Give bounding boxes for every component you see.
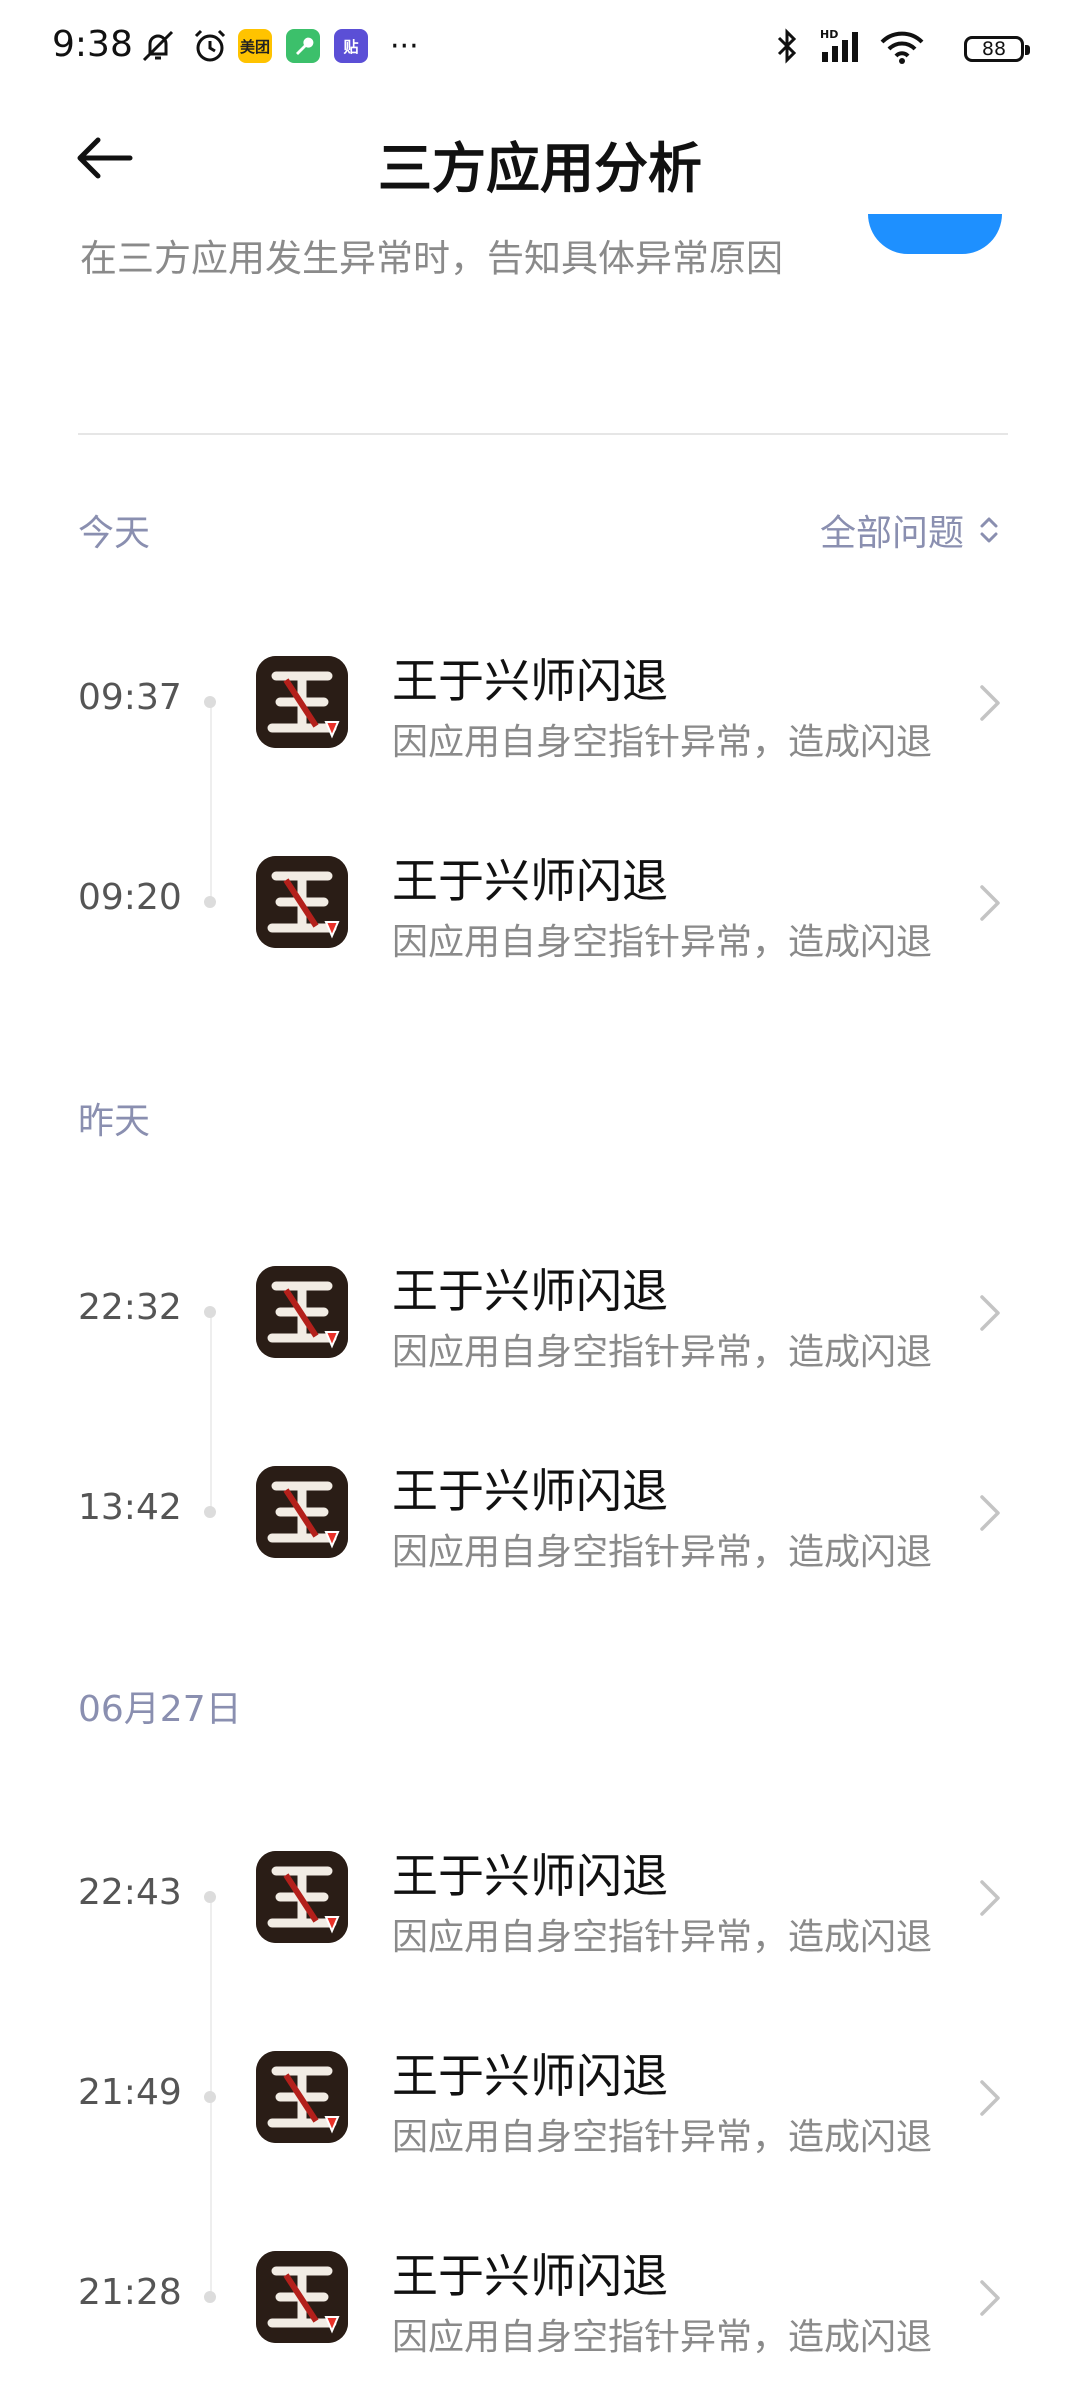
section-header-yesterday: 昨天: [78, 1101, 151, 1142]
feature-description: 在三方应用发生异常时，告知具体异常原因: [80, 237, 783, 280]
game-app-icon: [256, 656, 348, 748]
status-bar: 9:38 美团 贴 ··· HD 88: [0, 0, 1080, 100]
game-app-icon: [256, 2251, 348, 2343]
game-app-icon: [256, 1851, 348, 1943]
record-description: 因应用自身空指针异常，造成闪退: [392, 2117, 933, 2158]
timeline-dot: [204, 1306, 216, 1318]
game-app-icon: [256, 856, 348, 948]
page-title: 三方应用分析: [378, 137, 702, 200]
record-time: 21:49: [78, 2072, 182, 2113]
record-time: 21:28: [78, 2272, 182, 2313]
record-description: 因应用自身空指针异常，造成闪退: [392, 2317, 933, 2358]
record-time: 09:37: [78, 677, 182, 718]
record-description: 因应用自身空指针异常，造成闪退: [392, 1917, 933, 1958]
timeline-dot: [204, 2091, 216, 2103]
bluetooth-icon: [770, 26, 804, 66]
crash-record-row[interactable]: 21:28 王于兴师闪退 因应用自身空指针异常，造成闪退: [0, 2222, 1080, 2372]
record-description: 因应用自身空指针异常，造成闪退: [392, 722, 933, 763]
crash-record-row[interactable]: 09:37 王于兴师闪退 因应用自身空指针异常，造成闪退: [0, 627, 1080, 777]
record-description: 因应用自身空指针异常，造成闪退: [392, 1532, 933, 1573]
record-time: 09:20: [78, 877, 182, 918]
more-notifications-icon: ···: [390, 28, 419, 64]
record-title: 王于兴师闪退: [392, 1264, 668, 1318]
issue-filter-dropdown[interactable]: 全部问题: [820, 504, 1000, 556]
mute-notification-icon: [138, 26, 178, 66]
timeline-dot: [204, 696, 216, 708]
record-description: 因应用自身空指针异常，造成闪退: [392, 922, 933, 963]
chevron-right-icon: [980, 685, 1000, 721]
record-title: 王于兴师闪退: [392, 2049, 668, 2103]
timeline-dot: [204, 1891, 216, 1903]
game-app-icon: [256, 1466, 348, 1558]
chevron-right-icon: [980, 1295, 1000, 1331]
status-time: 9:38: [52, 24, 133, 65]
tieba-app-icon: 贴: [334, 26, 368, 66]
record-time: 22:43: [78, 1872, 182, 1913]
record-title: 王于兴师闪退: [392, 1464, 668, 1518]
alarm-icon: [190, 26, 230, 66]
record-title: 王于兴师闪退: [392, 654, 668, 708]
record-title: 王于兴师闪退: [392, 854, 668, 908]
record-time: 22:32: [78, 1287, 182, 1328]
svg-text:HD: HD: [820, 28, 838, 41]
record-title: 王于兴师闪退: [392, 1849, 668, 1903]
meituan-badge: 美团: [238, 29, 272, 63]
record-title: 王于兴师闪退: [392, 2249, 668, 2303]
crash-record-row[interactable]: 22:32 王于兴师闪退 因应用自身空指针异常，造成闪退: [0, 1237, 1080, 1387]
chevron-right-icon: [980, 885, 1000, 921]
feature-toggle[interactable]: [868, 214, 1002, 254]
sort-arrows-icon: [980, 517, 998, 543]
meituan-app-icon: 美团: [238, 26, 272, 66]
wrench-app-icon: [286, 26, 320, 66]
chevron-right-icon: [980, 1495, 1000, 1531]
section-header-today: 今天: [78, 513, 151, 554]
timeline-dot: [204, 896, 216, 908]
timeline-dot: [204, 2291, 216, 2303]
timeline-dot: [204, 1506, 216, 1518]
divider: [78, 433, 1008, 435]
chevron-right-icon: [980, 1880, 1000, 1916]
record-description: 因应用自身空指针异常，造成闪退: [392, 1332, 933, 1373]
filter-label: 全部问题: [819, 513, 964, 554]
crash-record-row[interactable]: 21:49 王于兴师闪退 因应用自身空指针异常，造成闪退: [0, 2022, 1080, 2172]
chevron-right-icon: [980, 2280, 1000, 2316]
section-header-date: 06月27日: [78, 1689, 242, 1730]
game-app-icon: [256, 1266, 348, 1358]
game-app-icon: [256, 2051, 348, 2143]
battery-indicator: 88: [964, 36, 1030, 62]
record-time: 13:42: [78, 1487, 182, 1528]
crash-record-row[interactable]: 22:43 王于兴师闪退 因应用自身空指针异常，造成闪退: [0, 1822, 1080, 1972]
crash-record-row[interactable]: 13:42 王于兴师闪退 因应用自身空指针异常，造成闪退: [0, 1437, 1080, 1587]
crash-record-row[interactable]: 09:20 王于兴师闪退 因应用自身空指针异常，造成闪退: [0, 827, 1080, 977]
chevron-right-icon: [980, 2080, 1000, 2116]
signal-icon: HD: [818, 26, 872, 66]
tieba-badge: 贴: [334, 29, 368, 63]
wifi-icon: [878, 26, 926, 66]
